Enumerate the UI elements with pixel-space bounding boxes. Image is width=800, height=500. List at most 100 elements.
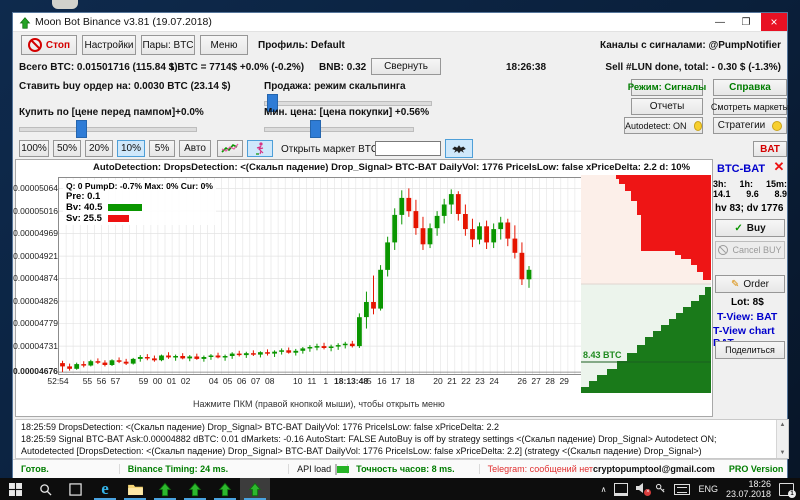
- api-load-bar: [335, 463, 350, 475]
- min-price-slider[interactable]: [264, 119, 414, 138]
- chart-lines-button[interactable]: [217, 140, 243, 157]
- x-axis-label: 27: [531, 376, 541, 386]
- cancel-buy-button[interactable]: Cancel BUY: [715, 241, 785, 259]
- bat-market-tab[interactable]: BAT: [753, 141, 787, 157]
- task-view-button[interactable]: [60, 478, 90, 500]
- taskbar-explorer[interactable]: [120, 478, 150, 500]
- api-load-fill: [337, 465, 350, 473]
- keyboard-icon[interactable]: [674, 483, 691, 495]
- x-axis-label: 18:13:48: [334, 376, 369, 386]
- green-arrow-icon: [188, 482, 202, 496]
- timeframe-headers: 3h: 1h: 15m:: [713, 179, 787, 189]
- pump-runner-button[interactable]: [247, 140, 273, 157]
- scroll-up-arrow[interactable]: ▲: [777, 420, 788, 430]
- slider-thumb[interactable]: [310, 120, 321, 138]
- check-icon: ✓: [734, 222, 743, 234]
- tray-date: 23.07.2018: [725, 489, 771, 499]
- collapse-button[interactable]: Свернуть: [371, 58, 441, 75]
- taskbar-moonbot-2[interactable]: [180, 478, 210, 500]
- taskbar-edge[interactable]: e: [90, 478, 120, 500]
- y-axis-label: 0.00005064: [13, 183, 58, 193]
- x-axis-label: 07: [250, 376, 261, 386]
- price-chart[interactable]: Q: 0 PumpD: -0.7% Max: 0% Cur: 0% Pre: 0…: [58, 177, 583, 375]
- maximize-button[interactable]: ❐: [733, 13, 759, 31]
- log-panel[interactable]: 18:25:59 DropsDetection: <(Скальп падени…: [15, 419, 789, 459]
- task-view-icon: [68, 482, 82, 496]
- close-icon: ✕: [773, 159, 785, 174]
- taskbar-moonbot-3[interactable]: [210, 478, 240, 500]
- slider-track: [264, 101, 432, 106]
- green-arrow-icon: [218, 482, 232, 496]
- taskbar-moonbot-active[interactable]: [240, 478, 270, 500]
- language-indicator[interactable]: ENG: [698, 484, 718, 494]
- percent-5-button[interactable]: 5%: [149, 140, 175, 157]
- notification-center-icon[interactable]: 1: [779, 482, 796, 498]
- log-lines: 18:25:59 DropsDetection: <(Скальп падени…: [21, 421, 771, 457]
- taskbar-moonbot-1[interactable]: [150, 478, 180, 500]
- strategies-button[interactable]: Стратегии: [713, 117, 787, 134]
- pairs-button[interactable]: Пары: BTC: [141, 35, 195, 55]
- last-sell-label: Sell #LUN done, total: - 0.30 $ (-1.3%): [605, 62, 781, 73]
- scroll-down-arrow[interactable]: ▼: [777, 448, 788, 458]
- percent-10-button[interactable]: 10%: [117, 140, 145, 157]
- minimize-button[interactable]: —: [707, 13, 733, 31]
- x-axis-label: 55: [82, 376, 93, 386]
- view-markets-button[interactable]: Смотреть маркеты: [711, 98, 789, 115]
- tview-link[interactable]: T-View: BAT: [717, 311, 777, 323]
- buy-price-slider[interactable]: [19, 119, 197, 138]
- status-bar: Готов. Binance Timing: 24 ms. API load Т…: [13, 459, 787, 478]
- volume-muted-icon[interactable]: ×: [636, 483, 652, 496]
- status-ready: Готов.: [21, 464, 49, 474]
- legend-q-line: Q: 0 PumpD: -0.7% Max: 0% Cur: 0%: [66, 181, 213, 191]
- search-button[interactable]: [30, 478, 60, 500]
- x-axis-label: 56: [96, 376, 107, 386]
- x-axis-label: 18: [405, 376, 415, 386]
- open-market-button[interactable]: [445, 139, 473, 158]
- percent-20-button[interactable]: 20%: [85, 140, 113, 157]
- slider-track: [19, 127, 197, 132]
- x-axis-label: 59: [138, 376, 149, 386]
- signal-channels-label: Каналы с сигналами: @PumpNotifier: [600, 40, 781, 51]
- title-bar[interactable]: Moon Bot Binance v3.81 (19.07.2018) — ❐ …: [13, 13, 787, 32]
- legend-bv: Bv: 40.5: [66, 202, 103, 213]
- menu-button[interactable]: Меню: [200, 35, 248, 55]
- start-button[interactable]: [0, 478, 30, 500]
- edge-icon: e: [101, 479, 109, 498]
- clock-label: 18:26:38: [506, 62, 547, 73]
- order-button[interactable]: ✎ Order: [715, 275, 785, 293]
- buy-volume-bar: [108, 204, 143, 211]
- bnb-label: BNB: 0.32: [319, 62, 367, 73]
- timeframe-values: 14.1 9.6 8.9: [713, 189, 787, 199]
- auto-button[interactable]: Авто: [179, 140, 211, 157]
- slider-thumb[interactable]: [76, 120, 87, 138]
- bat-icon: [452, 144, 466, 153]
- notification-badge: 1: [788, 489, 796, 498]
- close-button[interactable]: ×: [761, 13, 787, 31]
- network-icon[interactable]: [614, 482, 629, 496]
- tray-key-icon[interactable]: [655, 483, 666, 496]
- settings-button[interactable]: Настройки: [82, 35, 136, 55]
- percent-50-button[interactable]: 50%: [53, 140, 81, 157]
- log-scrollbar[interactable]: ▲ ▼: [776, 420, 788, 458]
- close-pair-button[interactable]: ✕: [771, 159, 787, 175]
- y-axis-label: 0.00004826: [13, 296, 58, 306]
- y-axis-label: 0.00004921: [13, 251, 58, 261]
- share-button[interactable]: Поделиться: [715, 341, 785, 359]
- status-telegram: Telegram: сообщений нет: [478, 464, 593, 474]
- market-ticker-input[interactable]: [375, 141, 441, 156]
- tray-time: 18:26: [748, 479, 771, 489]
- sell-mode-label: Продажа: режим скальпинга: [264, 81, 406, 92]
- buy-button[interactable]: ✓ Buy: [715, 219, 785, 237]
- x-axis-label: 10: [293, 376, 303, 386]
- trade-side-panel: BTC-BAT ✕ 3h: 1h: 15m: 14.1 9.6 8.9 hv 8…: [713, 159, 787, 415]
- autodetect-button[interactable]: Autodetect: ON: [624, 117, 703, 134]
- tray-clock[interactable]: 18:26 23.07.2018: [726, 479, 771, 499]
- reports-button[interactable]: Отчеты: [631, 98, 703, 115]
- x-axis-label: 17: [391, 376, 401, 386]
- orderbook-depth[interactable]: 8.43 BTC: [581, 175, 711, 393]
- help-button[interactable]: Справка: [713, 79, 787, 96]
- mode-signals-button[interactable]: Режим: Сигналы: [628, 79, 706, 96]
- stop-button[interactable]: Стоп: [21, 35, 77, 55]
- tray-expand-icon[interactable]: ∧: [601, 485, 607, 494]
- percent-100-button[interactable]: 100%: [19, 140, 49, 157]
